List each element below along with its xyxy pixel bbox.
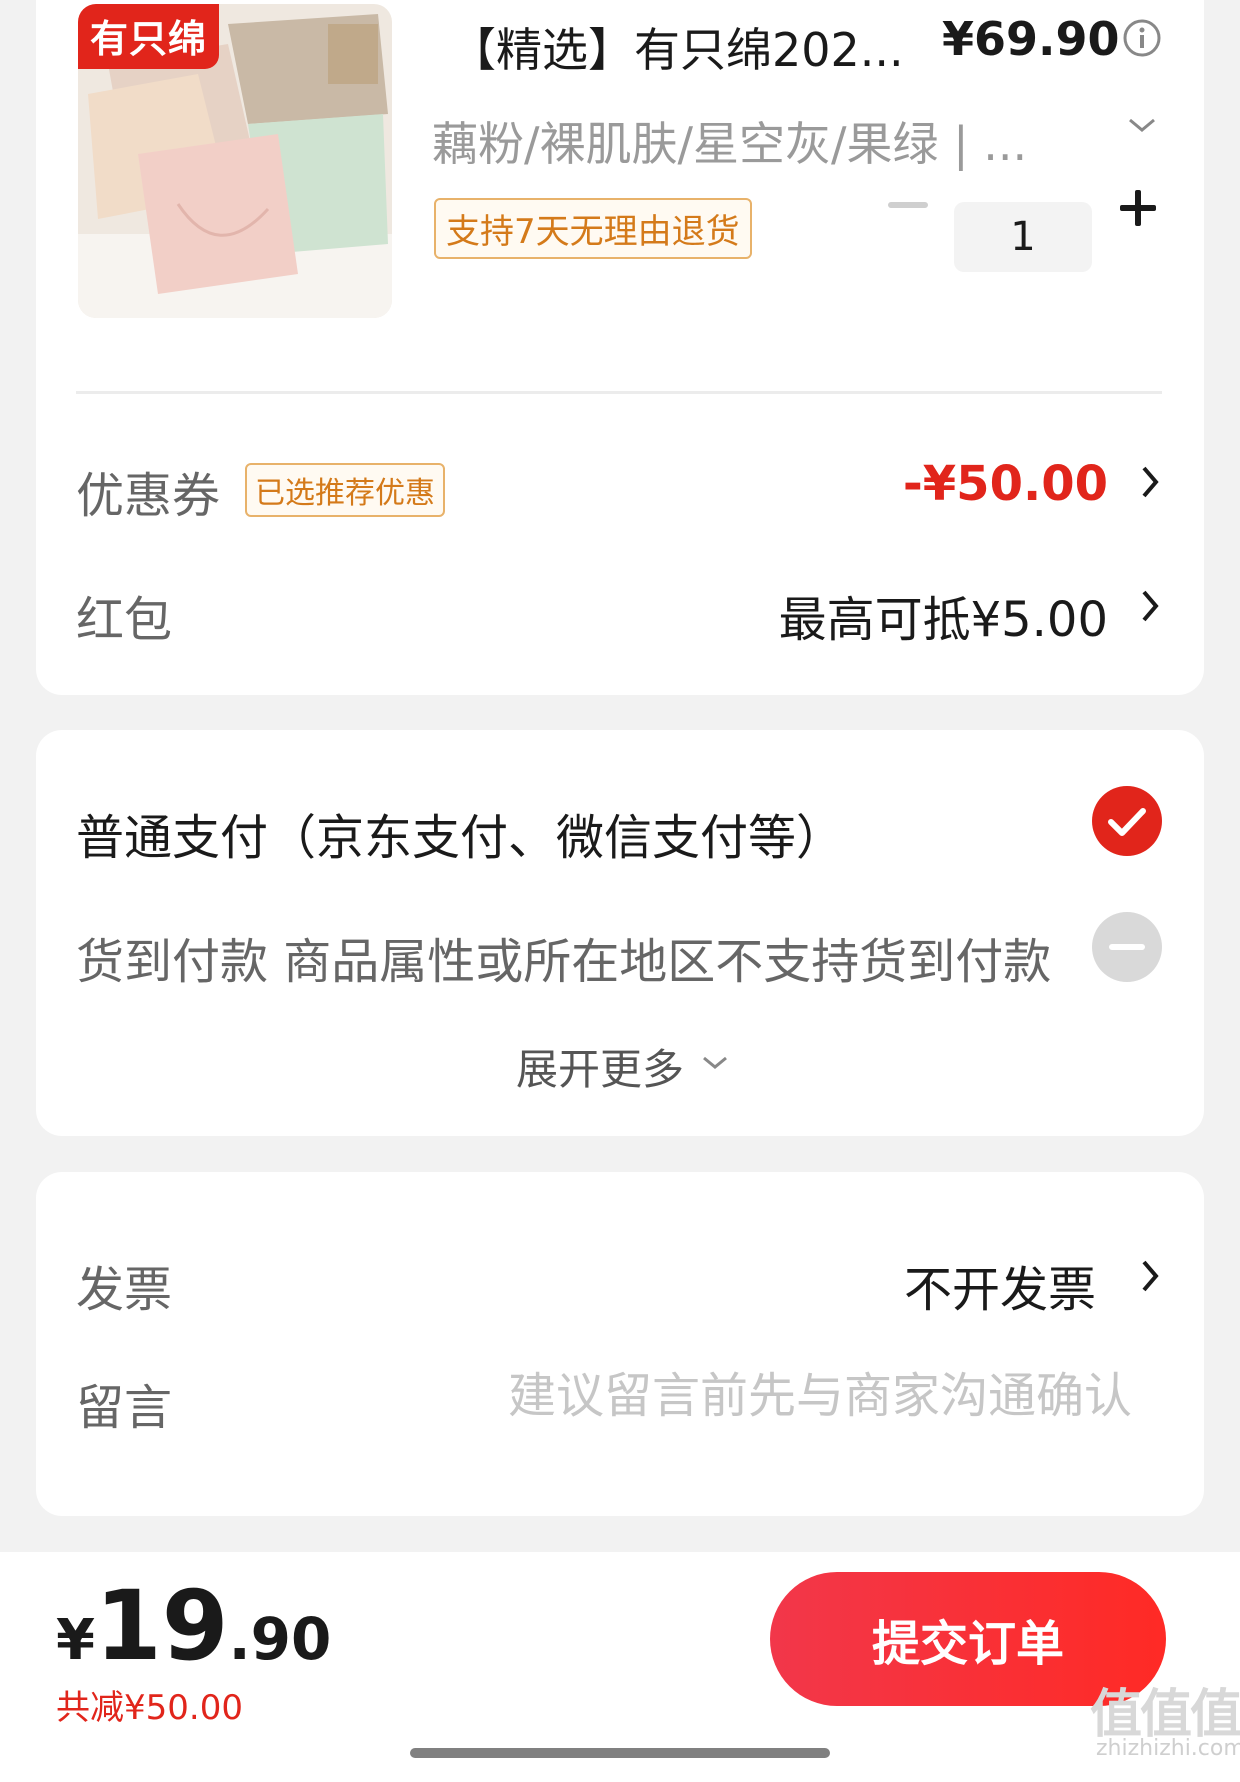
watermark-url: zhizhizhi.com <box>1096 1736 1240 1761</box>
coupon-label: 优惠券 <box>76 468 221 524</box>
product-thumbnail[interactable]: 有只绵 <box>78 4 392 318</box>
return-policy-badge: 支持7天无理由退货 <box>434 198 752 259</box>
currency-symbol: ¥ <box>56 1608 95 1673</box>
chevron-down-icon[interactable] <box>700 1052 730 1074</box>
total-discount: 共减¥50.00 <box>56 1688 243 1728</box>
invoice-label: 发票 <box>76 1262 173 1318</box>
product-title[interactable]: 【精选】有只绵202... <box>450 14 904 80</box>
invoice-card: 发票 不开发票 留言 <box>36 1172 1204 1516</box>
message-input[interactable] <box>416 1368 1132 1424</box>
divider <box>76 391 1162 394</box>
check-icon[interactable] <box>1092 786 1162 856</box>
expand-more-button[interactable]: 展开更多 <box>516 1036 684 1097</box>
brand-tag: 有只绵 <box>78 4 220 69</box>
payment-option-normal[interactable]: 普通支付（京东支付、微信支付等） <box>76 798 844 868</box>
invoice-value[interactable]: 不开发票 <box>904 1250 1096 1320</box>
chevron-down-icon[interactable] <box>1122 110 1162 140</box>
red-packet-label: 红包 <box>76 592 173 648</box>
red-packet-value[interactable]: 最高可抵¥5.00 <box>779 580 1108 650</box>
home-indicator[interactable] <box>410 1748 830 1758</box>
disabled-icon <box>1092 912 1162 982</box>
checkout-bar: ¥19.90 共减¥50.00 提交订单 值值值 zhizhizhi.com <box>0 1552 1240 1782</box>
total-price: ¥19.90 <box>56 1570 331 1682</box>
chevron-right-icon[interactable] <box>1140 588 1162 624</box>
product-spec[interactable]: 藕粉/裸肌肤/星空灰/果绿 | ... <box>432 108 1027 174</box>
quantity-plus-button[interactable] <box>1120 190 1156 226</box>
chevron-right-icon[interactable] <box>1140 1258 1162 1294</box>
quantity-input[interactable]: 1 <box>954 202 1092 272</box>
product-price: ¥69.90 <box>942 12 1120 66</box>
total-integer: 19 <box>94 1570 229 1682</box>
payment-option-cod: 货到付款 商品属性或所在地区不支持货到付款 <box>76 934 1052 990</box>
quantity-minus-button[interactable] <box>888 202 928 210</box>
payment-card: 普通支付（京东支付、微信支付等） 货到付款 商品属性或所在地区不支持货到付款 展… <box>36 730 1204 1136</box>
chevron-right-icon[interactable] <box>1140 464 1162 500</box>
product-card: 有只绵 【精选】有只绵202... ¥69.90 藕粉/裸肌肤/星空灰/果绿 |… <box>36 0 1204 695</box>
coupon-value[interactable]: -¥50.00 <box>903 456 1108 512</box>
coupon-badge: 已选推荐优惠 <box>245 463 445 517</box>
message-label: 留言 <box>76 1380 173 1436</box>
info-icon[interactable] <box>1122 18 1162 58</box>
total-decimal: .90 <box>228 1605 332 1673</box>
